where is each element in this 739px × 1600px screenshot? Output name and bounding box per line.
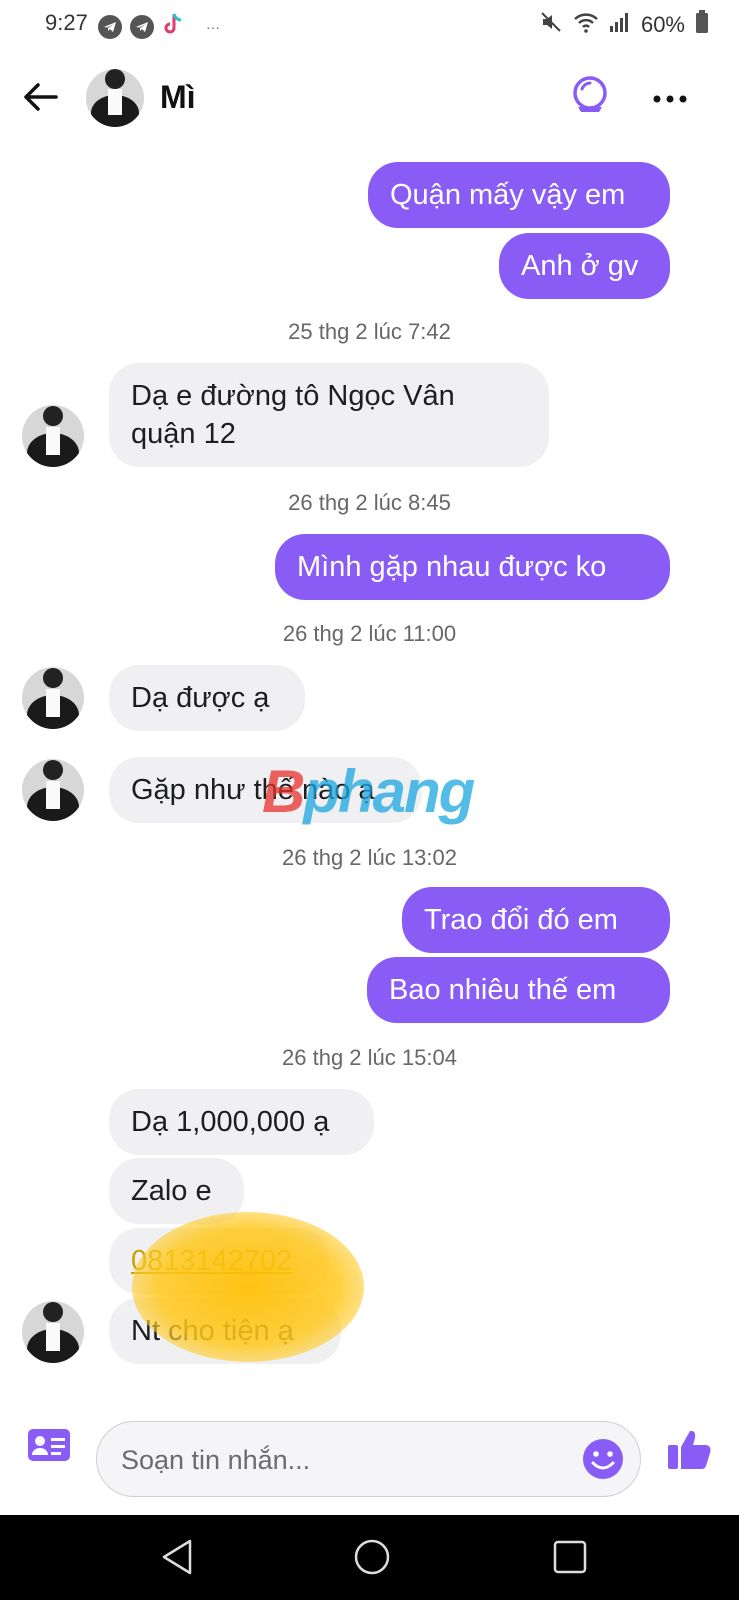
redaction-blur [132, 1212, 364, 1362]
status-bar: 9:27 ··· 60% [0, 0, 739, 50]
nav-home-button[interactable] [352, 1537, 392, 1577]
timestamp: 26 thg 2 lúc 8:45 [288, 490, 451, 515]
contact-name[interactable]: Mì [160, 79, 196, 116]
outgoing-message[interactable]: Bao nhiêu thế em [367, 957, 670, 1023]
emoji-icon [583, 1439, 623, 1479]
like-button[interactable] [666, 1425, 714, 1473]
mute-icon [539, 10, 563, 40]
timestamp: 26 thg 2 lúc 15:04 [282, 1045, 457, 1070]
incoming-message[interactable]: Dạ 1,000,000 ạ [109, 1089, 374, 1155]
phone-call-icon [573, 76, 607, 112]
message-input-container [96, 1421, 641, 1498]
incoming-message[interactable]: Dạ được ạ [109, 665, 305, 731]
nav-recents-icon [553, 1540, 587, 1574]
status-more-dots: ··· [206, 18, 220, 35]
outgoing-message[interactable]: Mình gặp nhau được ko [275, 534, 670, 600]
nav-home-icon [354, 1539, 390, 1575]
call-button[interactable] [568, 73, 612, 117]
watermark: Bphang [262, 758, 475, 825]
more-options-button[interactable] [650, 79, 690, 119]
emoji-button[interactable] [582, 1438, 624, 1480]
system-navigation-bar [0, 1515, 739, 1600]
battery-icon [695, 10, 709, 40]
outgoing-message[interactable]: Trao đổi đó em [402, 887, 670, 953]
nav-recents-button[interactable] [552, 1539, 588, 1575]
contact-avatar[interactable] [86, 69, 144, 127]
timestamp: 26 thg 2 lúc 13:02 [282, 845, 457, 870]
back-button[interactable] [20, 77, 60, 117]
timestamp: 25 thg 2 lúc 7:42 [288, 319, 451, 344]
status-time: 9:27 [45, 10, 88, 35]
nav-back-icon [162, 1539, 192, 1575]
nav-back-button[interactable] [158, 1537, 198, 1577]
telegram-icon [98, 14, 122, 39]
contact-avatar-small[interactable] [22, 759, 84, 821]
outgoing-message[interactable]: Anh ở gv [499, 233, 670, 299]
battery-percent: 60% [640, 12, 685, 37]
wifi-icon [573, 11, 599, 39]
conversation-header: Mì [0, 55, 739, 145]
contact-card-icon [28, 1429, 70, 1461]
telegram-icon-2 [130, 14, 154, 39]
back-arrow-icon [24, 83, 58, 111]
composer-bar [0, 1405, 739, 1498]
signal-icon [609, 11, 631, 39]
message-input[interactable] [119, 1422, 563, 1498]
more-dots-icon [653, 95, 687, 103]
contact-avatar-small[interactable] [22, 405, 84, 467]
contact-card-button[interactable] [26, 1425, 72, 1465]
contact-avatar-small[interactable] [22, 1301, 84, 1363]
incoming-message[interactable]: Dạ e đường tô Ngọc Vân quận 12 [109, 363, 549, 467]
timestamp: 26 thg 2 lúc 11:00 [282, 621, 457, 646]
outgoing-message[interactable]: Quận mấy vậy em [368, 162, 670, 228]
thumbs-up-icon [668, 1430, 711, 1469]
tiktok-icon [162, 12, 184, 41]
contact-avatar-small[interactable] [22, 667, 84, 729]
